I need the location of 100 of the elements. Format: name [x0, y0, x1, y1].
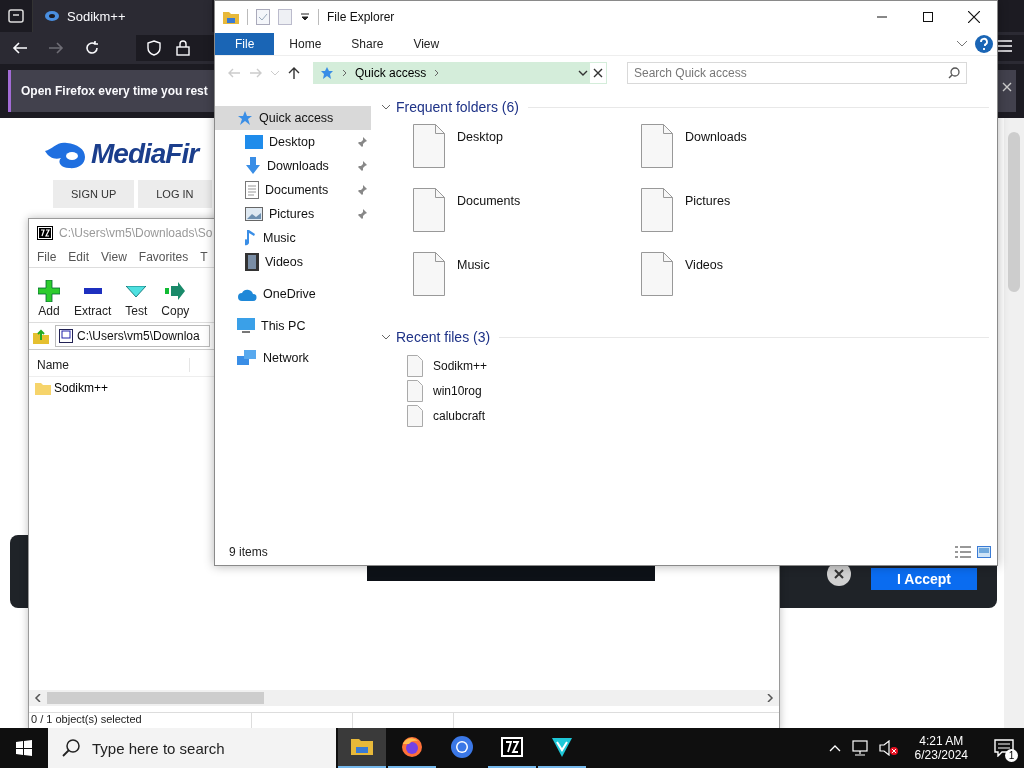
close-icon[interactable]: [1002, 82, 1012, 92]
file-label[interactable]: calubcraft: [433, 409, 486, 423]
tool-icon: [165, 282, 186, 300]
nav-item[interactable]: Pictures: [215, 202, 371, 226]
folder-label[interactable]: Documents: [457, 194, 521, 208]
clock-date[interactable]: 6/23/2024: [914, 748, 968, 762]
minimize-icon: [877, 16, 887, 18]
nav-item[interactable]: OneDrive: [215, 282, 371, 306]
star-icon: [320, 66, 334, 80]
address-bar[interactable]: Quick access: [313, 62, 607, 84]
chevron-icon: [342, 69, 347, 77]
menu-item[interactable]: File: [37, 250, 57, 264]
music-note-icon: [245, 229, 257, 247]
chevron-up-icon[interactable]: [828, 744, 841, 752]
folder-icon: [35, 381, 51, 395]
nav-link-button[interactable]: LOG IN: [138, 180, 212, 208]
section-header[interactable]: Recent files (3): [396, 329, 491, 345]
search-field[interactable]: Search Quick access: [627, 62, 967, 84]
folder-label[interactable]: Desktop: [457, 130, 503, 144]
drive-icon: [59, 329, 73, 343]
nav-item[interactable]: Videos: [215, 250, 371, 274]
tiles-view-icon[interactable]: [977, 546, 991, 558]
breadcrumb[interactable]: Quick access: [355, 66, 427, 80]
up-icon[interactable]: [287, 67, 301, 79]
taskbar-app-button[interactable]: [338, 728, 386, 768]
nav-item[interactable]: Desktop: [215, 130, 371, 154]
monitor-icon: [237, 318, 255, 334]
column-header[interactable]: Name: [29, 358, 190, 372]
nav-item[interactable]: Music: [215, 226, 371, 250]
scroll-left-icon[interactable]: [34, 694, 42, 702]
toolbar-button[interactable]: Add: [35, 280, 63, 318]
nav-item[interactable]: This PC: [215, 314, 371, 338]
folder-label[interactable]: Pictures: [685, 194, 731, 208]
clock-time[interactable]: 4:21 AM: [919, 734, 964, 748]
toolbar-button[interactable]: Extract: [71, 280, 115, 318]
nav-item[interactable]: Network: [215, 346, 371, 370]
reload-icon[interactable]: [84, 40, 100, 56]
item-count: 9 items: [229, 545, 268, 559]
file-label[interactable]: Sodikm++: [433, 359, 488, 373]
file-icon: [413, 188, 445, 232]
caret-icon[interactable]: [300, 13, 310, 21]
ribbon-tab[interactable]: Share: [336, 33, 399, 55]
scroll-right-icon[interactable]: [766, 694, 774, 702]
folder-label[interactable]: Music: [457, 258, 490, 272]
network-icon[interactable]: [850, 740, 869, 756]
toolbar-button[interactable]: Copy: [158, 280, 193, 318]
volume-muted-icon[interactable]: [878, 740, 899, 756]
menu-item[interactable]: Favorites: [138, 250, 189, 264]
nav-item[interactable]: Documents: [215, 178, 371, 202]
expand-ribbon-icon[interactable]: [957, 41, 967, 47]
tool-icon: [38, 280, 60, 302]
notification-button[interactable]: 1: [984, 728, 1024, 768]
folder-up-icon[interactable]: [33, 328, 49, 344]
windows-logo-icon: [16, 740, 32, 756]
help-icon[interactable]: [975, 35, 993, 53]
film-icon: [245, 253, 259, 271]
accept-button[interactable]: I Accept: [871, 568, 977, 590]
menu-item[interactable]: Edit: [68, 250, 90, 264]
folder-label[interactable]: Videos: [685, 258, 723, 272]
tool-icon: [126, 285, 147, 297]
archiver-icon: [500, 735, 524, 759]
toolbar-button[interactable]: Test: [122, 280, 151, 318]
section-header[interactable]: Frequent folders (6): [396, 99, 519, 115]
forward-icon[interactable]: [48, 41, 64, 55]
logo-text: MediaFir: [91, 138, 199, 170]
collapse-icon[interactable]: [381, 333, 391, 341]
nav-item[interactable]: Downloads: [215, 154, 371, 178]
file-label[interactable]: win10rog: [433, 384, 482, 398]
scrollbar[interactable]: [1004, 118, 1024, 728]
cloud-icon: [237, 287, 257, 301]
tool-icon: [83, 288, 102, 294]
maximize-icon: [923, 12, 933, 22]
search-field[interactable]: Type here to search: [48, 728, 336, 768]
menu-icon[interactable]: [998, 40, 1012, 52]
ribbon-tab[interactable]: View: [398, 33, 455, 55]
close-icon: [968, 11, 980, 23]
chevron-icon: [434, 69, 440, 77]
clear-icon[interactable]: [590, 63, 606, 83]
file-icon: [407, 380, 423, 402]
path-field[interactable]: C:\Users\vm5\Downloa: [55, 325, 210, 347]
file-icon: [641, 124, 673, 168]
folder-icon: [223, 10, 239, 24]
menu-item[interactable]: View: [101, 250, 127, 264]
folder-label[interactable]: Downloads: [685, 130, 747, 144]
menu-item[interactable]: T: [200, 250, 208, 264]
horizontal-scrollbar[interactable]: [29, 690, 779, 706]
ribbon-tab[interactable]: File: [215, 33, 275, 55]
browser-tab[interactable]: Sodikm++: [32, 0, 212, 32]
search-icon: [948, 67, 960, 79]
ribbon-tab[interactable]: Home: [274, 33, 337, 55]
file-row[interactable]: Sodikm++: [35, 381, 109, 395]
file-icon: [407, 405, 423, 427]
details-view-icon[interactable]: [955, 546, 971, 558]
shield-icon: [146, 40, 162, 56]
file-icon: [413, 252, 445, 296]
nav-item[interactable]: Quick access: [215, 106, 371, 130]
notification-count: 1: [1005, 749, 1018, 762]
collapse-icon[interactable]: [381, 103, 391, 111]
tab-list-icon[interactable]: [8, 9, 24, 23]
nav-link-button[interactable]: SIGN UP: [53, 180, 135, 208]
